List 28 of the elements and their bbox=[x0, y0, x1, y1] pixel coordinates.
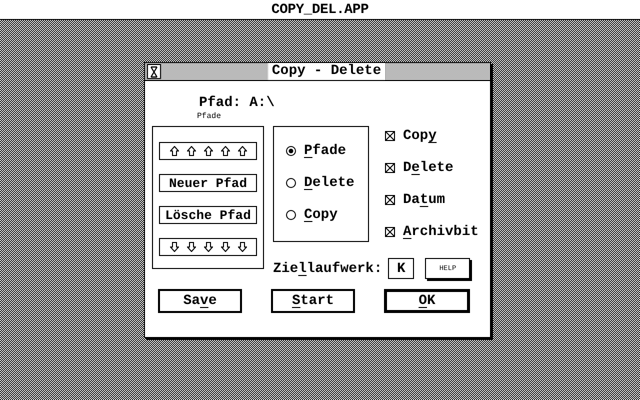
path-label: Pfad: A:\ bbox=[199, 95, 275, 111]
radio-button[interactable] bbox=[286, 146, 296, 156]
radio-label: Pfade bbox=[304, 143, 346, 159]
checkbox[interactable] bbox=[385, 195, 395, 205]
checkbox[interactable] bbox=[385, 131, 395, 141]
radio-label: Delete bbox=[304, 175, 354, 191]
close-button[interactable] bbox=[147, 64, 161, 79]
checkbox-label: Delete bbox=[403, 160, 454, 176]
dialog-button[interactable]: OK bbox=[384, 289, 470, 313]
checkbox[interactable] bbox=[385, 227, 395, 237]
checkbox-label: Archivbit bbox=[403, 224, 479, 240]
target-drive-field[interactable]: K bbox=[388, 258, 414, 279]
scroll-up-button[interactable] bbox=[159, 142, 257, 160]
window-title: Copy - Delete bbox=[268, 63, 386, 80]
scroll-down-button[interactable] bbox=[159, 238, 257, 256]
checkbox[interactable] bbox=[385, 163, 395, 173]
dialog-button[interactable]: Start bbox=[271, 289, 355, 313]
paths-caption: Pfade bbox=[197, 112, 222, 122]
radio-label: Copy bbox=[304, 207, 338, 223]
app-title: COPY_DEL.APP bbox=[271, 2, 369, 18]
radio-button[interactable] bbox=[286, 178, 296, 188]
dialog-button[interactable]: Save bbox=[158, 289, 242, 313]
path-button[interactable]: Neuer Pfad bbox=[159, 174, 257, 192]
target-drive-label: Ziellaufwerk: bbox=[273, 260, 382, 276]
checkbox-label: Datum bbox=[403, 192, 446, 208]
checkbox-label: Copy bbox=[403, 128, 437, 144]
radio-button[interactable] bbox=[286, 210, 296, 220]
path-button[interactable]: Lösche Pfad bbox=[159, 206, 257, 224]
